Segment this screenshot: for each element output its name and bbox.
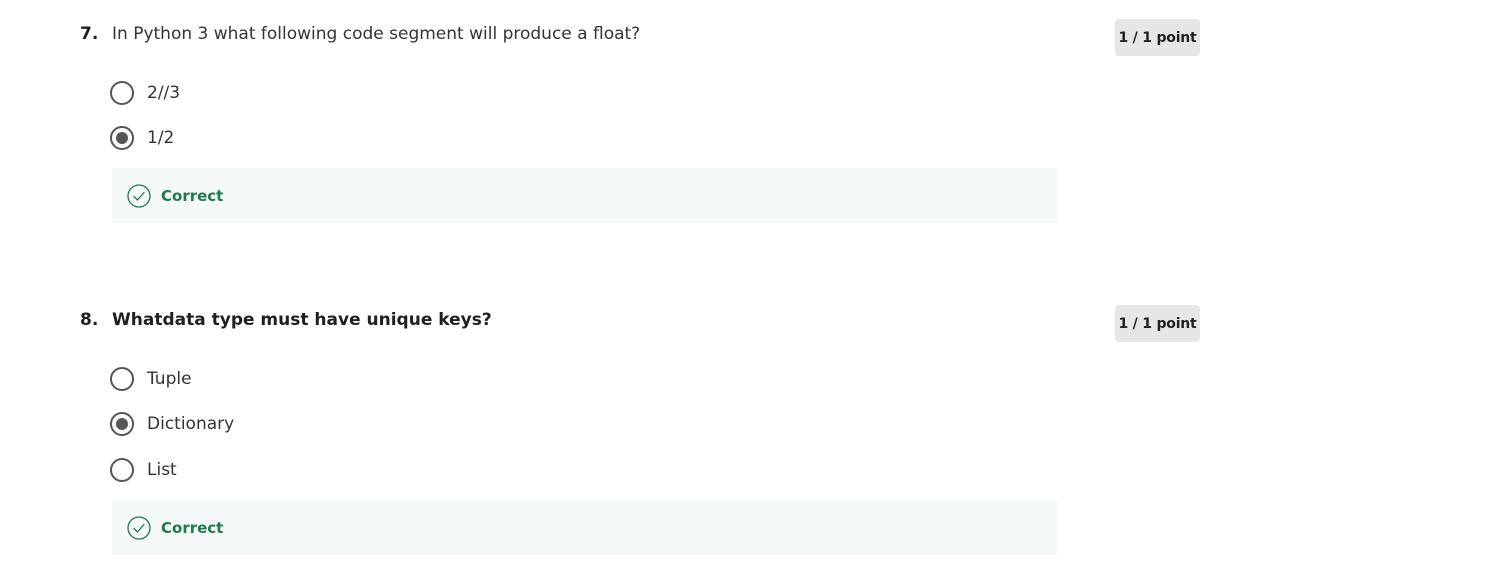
- points-badge: 1 / 1 point: [1115, 19, 1200, 56]
- radio-button-checked-icon[interactable]: [110, 412, 134, 436]
- feedback-correct: Correct: [112, 500, 1057, 555]
- option-tuple[interactable]: Tuple: [110, 366, 192, 392]
- check-circle-icon: [127, 515, 151, 540]
- question-number: 8.: [80, 310, 99, 330]
- option-dictionary[interactable]: Dictionary: [110, 411, 234, 437]
- question-number: 7.: [80, 24, 99, 44]
- radio-button-icon[interactable]: [110, 81, 134, 105]
- option-1-div-2[interactable]: 1/2: [110, 125, 174, 151]
- radio-button-checked-icon[interactable]: [110, 126, 134, 150]
- question-prompt: Whatdata type must have unique keys?: [112, 310, 492, 330]
- radio-button-icon[interactable]: [110, 458, 134, 482]
- option-label: List: [147, 460, 177, 480]
- feedback-correct: Correct: [112, 168, 1057, 223]
- option-label: 1/2: [147, 128, 175, 148]
- radio-button-icon[interactable]: [110, 367, 134, 391]
- feedback-label: Correct: [161, 186, 224, 205]
- points-badge: 1 / 1 point: [1115, 305, 1200, 342]
- option-label: Tuple: [147, 369, 192, 389]
- question-prompt: In Python 3 what following code segment …: [112, 24, 641, 44]
- option-2-floor-div-3[interactable]: 2//3: [110, 80, 180, 106]
- option-label: 2//3: [147, 83, 181, 103]
- option-label: Dictionary: [147, 414, 235, 434]
- feedback-label: Correct: [161, 518, 224, 537]
- option-list[interactable]: List: [110, 457, 177, 483]
- check-circle-icon: [127, 183, 151, 208]
